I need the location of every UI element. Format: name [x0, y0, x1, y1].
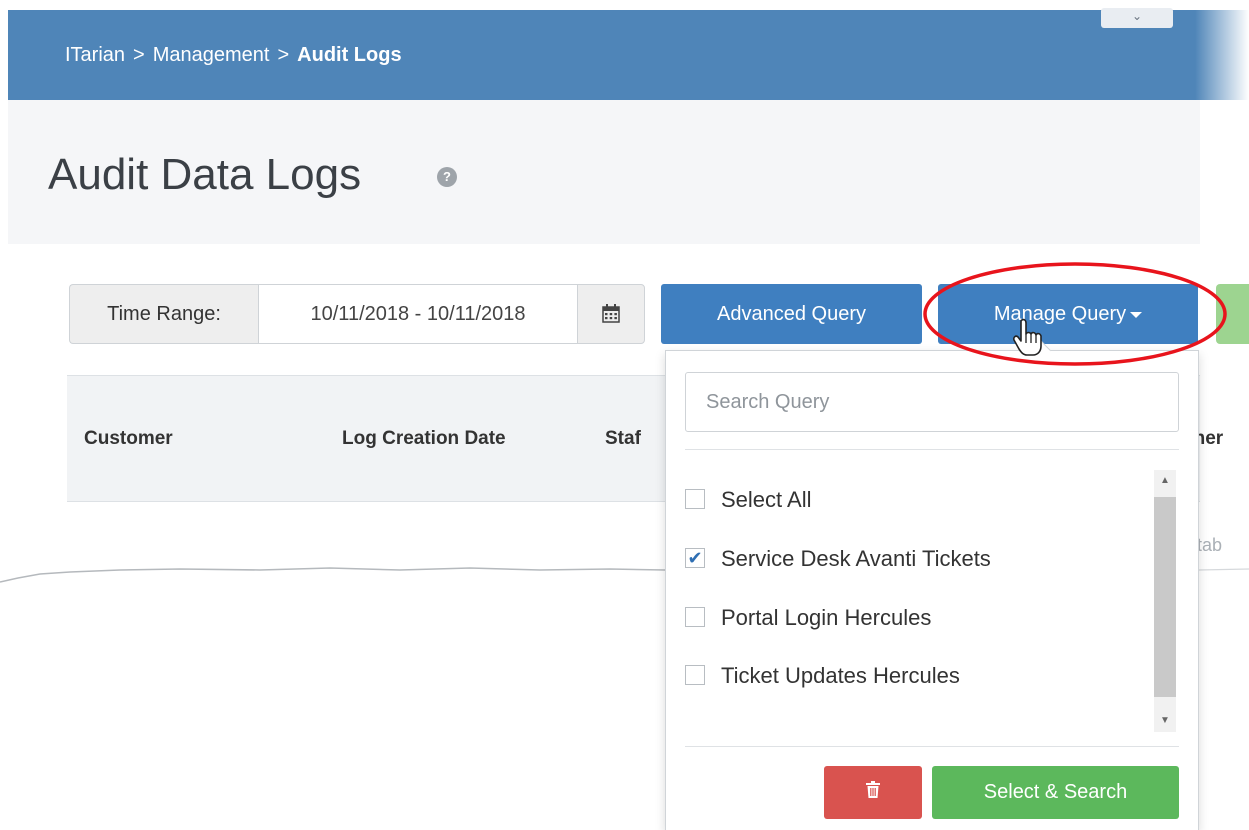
page-title: Audit Data Logs [48, 150, 362, 199]
breadcrumb: ITarian > Management > Audit Logs [65, 44, 402, 67]
checkbox[interactable] [685, 489, 705, 510]
time-range-input[interactable]: 10/11/2018 - 10/11/2018 [258, 284, 578, 344]
calendar-icon [602, 304, 620, 323]
scrollbar-thumb[interactable] [1154, 497, 1176, 697]
breadcrumb-current: Audit Logs [297, 44, 402, 66]
breadcrumb-separator: > [277, 44, 290, 66]
select-and-search-button[interactable]: Select & Search [932, 766, 1179, 819]
query-item-service-desk[interactable]: ✔ Service Desk Avanti Tickets [685, 541, 991, 577]
highlight-ellipse [923, 262, 1227, 366]
query-item-label: Portal Login Hercules [721, 605, 932, 630]
scroll-up-icon[interactable]: ▲ [1154, 470, 1176, 492]
dropdown-divider [685, 746, 1179, 747]
column-customer[interactable]: Customer [84, 428, 173, 450]
breadcrumb-separator: > [133, 44, 145, 66]
header-fade [1195, 10, 1249, 100]
time-range-label: Time Range: [69, 284, 258, 344]
query-item-label: Service Desk Avanti Tickets [721, 546, 991, 571]
breadcrumb-item-management[interactable]: Management [153, 44, 270, 66]
delete-query-button[interactable] [824, 766, 922, 819]
help-icon[interactable]: ? [437, 167, 457, 187]
dropdown-divider [685, 449, 1179, 450]
advanced-query-button[interactable]: Advanced Query [661, 284, 922, 344]
column-staff[interactable]: Staf [605, 428, 665, 450]
calendar-button[interactable] [577, 284, 645, 344]
scroll-down-icon[interactable]: ▼ [1154, 710, 1176, 732]
checkbox-checked[interactable]: ✔ [685, 548, 705, 569]
checkmark-icon: ✔ [687, 548, 703, 569]
checkbox[interactable] [685, 665, 705, 686]
trash-icon [866, 781, 880, 798]
query-item-select-all[interactable]: Select All [685, 482, 812, 518]
column-log-creation-date[interactable]: Log Creation Date [342, 428, 506, 450]
search-query-input[interactable] [685, 372, 1179, 432]
breadcrumb-item-itarian[interactable]: ITarian [65, 44, 125, 66]
header-toggle[interactable]: ⌄ [1101, 8, 1173, 28]
checkbox[interactable] [685, 607, 705, 628]
query-item-label: Ticket Updates Hercules [721, 663, 960, 688]
chevron-down-icon: ⌄ [1131, 9, 1143, 23]
query-item-ticket-updates[interactable]: Ticket Updates Hercules [685, 658, 960, 694]
query-item-label: Select All [721, 487, 812, 512]
hand-cursor-icon [1013, 318, 1042, 356]
query-item-portal-login[interactable]: Portal Login Hercules [685, 600, 931, 636]
